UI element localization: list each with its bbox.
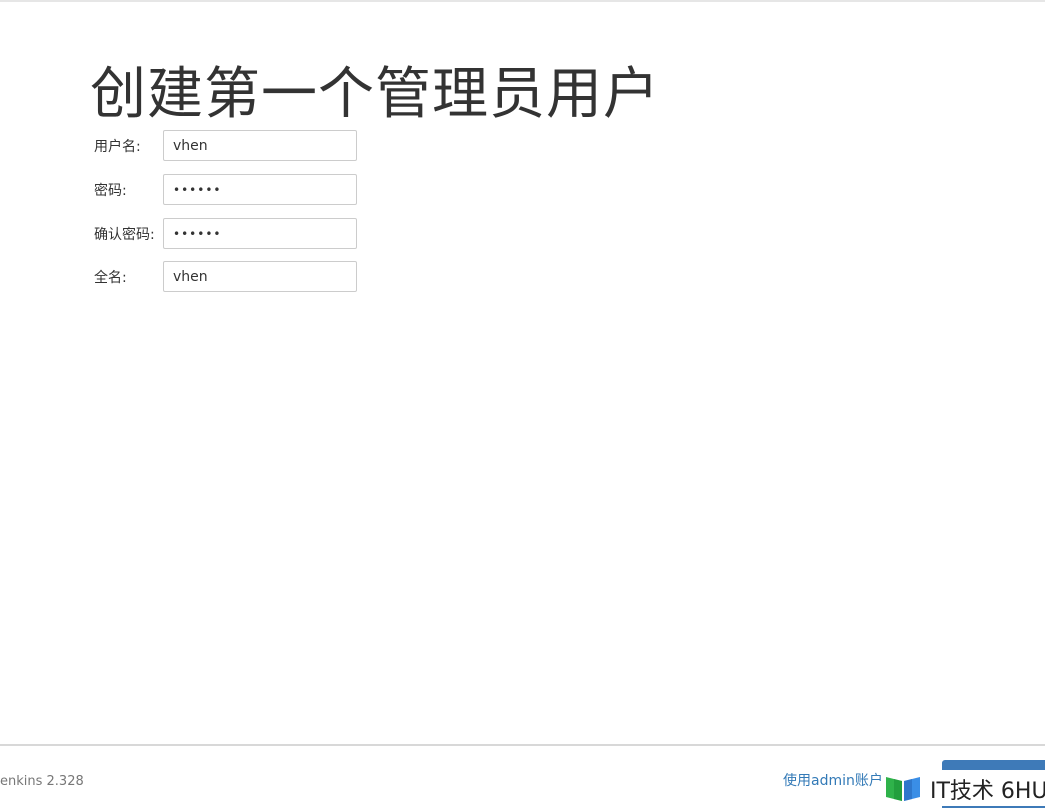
- password-label: 密码:: [94, 183, 127, 199]
- username-label: 用户名:: [94, 139, 141, 155]
- version-text: enkins 2.328: [0, 774, 84, 789]
- confirm-password-row: 确认密码:: [94, 218, 364, 250]
- confirm-password-label: 确认密码:: [94, 227, 155, 243]
- book-logo-icon: [886, 777, 920, 801]
- password-row: 密码:: [94, 174, 364, 206]
- top-divider: [0, 0, 1045, 2]
- fullname-input[interactable]: [163, 261, 357, 292]
- fullname-label: 全名:: [94, 270, 127, 286]
- watermark-text: IT技术 6HU: [930, 779, 1045, 804]
- fullname-row: 全名:: [94, 261, 364, 293]
- username-input[interactable]: [163, 130, 357, 161]
- username-row: 用户名:: [94, 130, 364, 162]
- page-title: 创建第一个管理员用户: [90, 62, 660, 127]
- watermark: IT技术 6HU: [882, 770, 1045, 806]
- password-input[interactable]: [163, 174, 357, 205]
- use-admin-account-link[interactable]: 使用admin账户: [783, 770, 883, 790]
- confirm-password-input[interactable]: [163, 218, 357, 249]
